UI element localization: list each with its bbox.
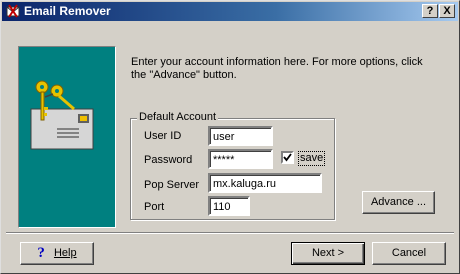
close-button[interactable]: X	[439, 4, 455, 18]
pop-server-label: Pop Server	[144, 179, 200, 191]
checkmark-icon	[283, 153, 292, 162]
help-title-button[interactable]: ?	[422, 4, 438, 18]
advance-button[interactable]: Advance ...	[362, 191, 435, 214]
title-bar[interactable]: Email Remover ? X	[2, 2, 458, 21]
footer-divider	[6, 232, 454, 234]
user-id-label: User ID	[144, 130, 182, 142]
password-field[interactable]: *****	[208, 149, 273, 169]
save-checkbox[interactable]	[281, 151, 294, 164]
help-label: Help	[53, 247, 77, 260]
email-remover-window: Email Remover ? X Enter your account inf…	[0, 0, 460, 274]
envelope-icon	[30, 108, 94, 150]
app-icon	[6, 4, 20, 18]
user-id-field[interactable]: user	[208, 126, 273, 146]
instruction-text: Enter your account information here. For…	[131, 56, 423, 81]
window-title: Email Remover	[24, 4, 111, 18]
next-button[interactable]: Next >	[291, 242, 365, 265]
port-field[interactable]: 110	[208, 196, 250, 216]
password-label: Password	[144, 154, 193, 166]
help-button[interactable]: ? Help	[20, 242, 94, 265]
cancel-button[interactable]: Cancel	[372, 242, 446, 265]
pop-server-field[interactable]: mx.kaluga.ru	[208, 173, 322, 193]
port-label: Port	[144, 201, 165, 213]
group-label: Default Account	[137, 111, 219, 123]
wizard-illustration	[18, 46, 116, 228]
save-label[interactable]: save	[298, 151, 326, 166]
help-question-icon: ?	[37, 245, 45, 261]
